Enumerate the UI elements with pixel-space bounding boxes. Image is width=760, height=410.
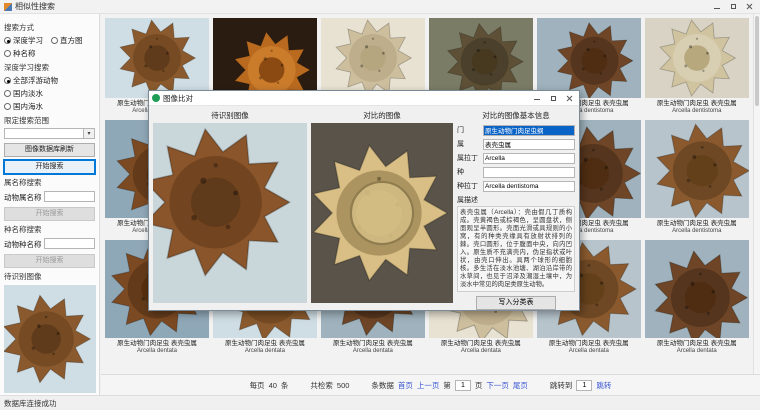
result-thumbnail[interactable]: 原生动物门肉足虫 表壳虫属Arcella dentistoma xyxy=(643,120,751,235)
jump-label: 跳转到 xyxy=(550,380,573,391)
last-page-link[interactable]: 尾页 xyxy=(513,380,528,391)
maximize-icon xyxy=(731,4,736,9)
vertical-scrollbar[interactable] xyxy=(753,14,760,374)
total-value: 500 xyxy=(337,381,350,390)
radio-icon xyxy=(4,50,11,57)
status-bar: 数据库连接成功 xyxy=(0,395,760,410)
app-window: 相似性搜索 搜索方式 深度学习 直方图 种名称 深度学习搜索 xyxy=(0,0,760,410)
jump-page-input[interactable] xyxy=(576,380,592,391)
jump-link[interactable]: 跳转 xyxy=(596,380,611,391)
query-image-thumbnail xyxy=(4,285,96,393)
maximize-icon xyxy=(551,96,556,101)
scope-dropdown[interactable]: ▾ xyxy=(4,128,95,139)
specimen-image xyxy=(429,18,533,98)
genus-latin-label: 属拉丁 xyxy=(457,153,483,163)
specimen-image xyxy=(645,18,749,98)
specimen-image xyxy=(537,18,641,98)
status-text: 数据库连接成功 xyxy=(4,398,57,409)
prev-page-link[interactable]: 上一页 xyxy=(417,380,440,391)
specimen-image xyxy=(321,18,425,98)
genus-label: 属 xyxy=(457,139,483,149)
radio-icon xyxy=(51,37,58,44)
per-page-value: 40 xyxy=(269,381,277,390)
minimize-icon xyxy=(714,5,720,9)
radio-deep-learning[interactable]: 深度学习 xyxy=(4,35,43,46)
result-thumbnail[interactable]: 原生动物门肉足虫 表壳虫属Arcella dentata xyxy=(643,240,751,355)
close-icon xyxy=(566,95,573,102)
start-search-button[interactable]: 开始搜索 xyxy=(4,160,95,174)
query-image-large xyxy=(153,123,307,303)
window-title: 相似性搜索 xyxy=(15,1,55,12)
species-value-input[interactable] xyxy=(483,167,575,178)
close-icon xyxy=(746,3,753,10)
image-compare-dialog: 图像比对 待识别图像 对比的图像 对比的图像基本信息 xyxy=(148,90,580,311)
first-page-link[interactable]: 首页 xyxy=(398,380,413,391)
species-section-label: 种名称搜索 xyxy=(4,224,95,235)
radio-all-zooplankton[interactable]: 全部浮游动物 xyxy=(4,75,58,86)
minimize-button[interactable] xyxy=(710,2,724,12)
specimen-image xyxy=(105,18,209,98)
radio-species-name[interactable]: 种名称 xyxy=(4,48,36,59)
genus-search-button[interactable]: 开始搜索 xyxy=(4,207,95,221)
species-latin-label: 种拉丁 xyxy=(457,181,483,191)
per-page-label: 每页 xyxy=(250,380,265,391)
match-image-large xyxy=(311,123,453,303)
match-image-header: 对比的图像 xyxy=(311,109,453,123)
dialog-maximize-button[interactable] xyxy=(546,93,560,103)
species-input-label: 动物种名称 xyxy=(4,239,42,250)
close-button[interactable] xyxy=(742,2,756,12)
next-page-link[interactable]: 下一页 xyxy=(486,380,509,391)
page-number-input[interactable] xyxy=(455,380,471,391)
genus-section-label: 属名称搜索 xyxy=(4,177,95,188)
query-image-header: 待识别图像 xyxy=(153,109,307,123)
dialog-minimize-button[interactable] xyxy=(530,93,544,103)
genus-input-label: 动物属名称 xyxy=(4,192,42,203)
species-search-button[interactable]: 开始搜索 xyxy=(4,254,95,268)
minimize-icon xyxy=(534,96,540,100)
result-thumbnail[interactable]: 原生动物门肉足虫 表壳虫属Arcella dentistoma xyxy=(643,18,751,115)
dialog-title: 图像比对 xyxy=(163,93,193,104)
refresh-database-button[interactable]: 图像数据库刷新 xyxy=(4,143,95,157)
app-icon xyxy=(4,3,12,11)
species-latin-input[interactable] xyxy=(483,181,575,192)
dialog-title-bar: 图像比对 xyxy=(149,91,579,106)
genus-name-input[interactable] xyxy=(44,191,96,202)
total-label: 共检索 xyxy=(310,380,333,391)
maximize-button[interactable] xyxy=(726,2,740,12)
chevron-down-icon: ▾ xyxy=(84,128,95,139)
specimen-image xyxy=(213,18,317,98)
radio-icon xyxy=(4,77,11,84)
genus-description-text: 表壳虫属（Arcella）：壳由假几丁质构成。壳黄褐色或棕褐色，呈圆盘状，侧面观… xyxy=(457,206,575,292)
radio-domestic-freshwater[interactable]: 国内淡水 xyxy=(4,88,43,99)
specimen-image xyxy=(645,120,749,218)
specimen-image xyxy=(645,240,749,338)
write-to-table-button[interactable]: 写入分类表 xyxy=(476,296,556,310)
dialog-app-icon xyxy=(152,94,160,102)
dialog-close-button[interactable] xyxy=(562,93,576,103)
scrollbar-thumb[interactable] xyxy=(755,16,759,106)
title-bar: 相似性搜索 xyxy=(0,0,760,14)
genus-latin-input[interactable] xyxy=(483,153,575,164)
species-label: 种 xyxy=(457,167,483,177)
dl-section-label: 深度学习搜索 xyxy=(4,62,95,73)
info-panel-header: 对比的图像基本信息 xyxy=(457,109,575,123)
phylum-input[interactable] xyxy=(483,125,575,136)
pagination-bar: 每页 40 条 共检索 500 条数据 首页 上一页 第 页 下一页 尾页 跳转… xyxy=(101,374,760,395)
radio-icon xyxy=(4,90,11,97)
search-sidebar: 搜索方式 深度学习 直方图 种名称 深度学习搜索 全部浮游动物 xyxy=(0,14,100,395)
species-name-input[interactable] xyxy=(44,238,96,249)
phylum-label: 门 xyxy=(457,125,483,135)
query-image-label: 待识别图像 xyxy=(4,271,95,282)
radio-histogram[interactable]: 直方图 xyxy=(51,35,83,46)
scope-limit-label: 限定搜索范围 xyxy=(4,115,95,126)
radio-icon xyxy=(4,103,11,110)
search-mode-label: 搜索方式 xyxy=(4,22,95,33)
genus-value-input[interactable] xyxy=(483,139,575,150)
radio-icon xyxy=(4,37,11,44)
genus-description-label: 属描述 xyxy=(457,195,575,205)
radio-domestic-seawater[interactable]: 国内海水 xyxy=(4,101,43,112)
